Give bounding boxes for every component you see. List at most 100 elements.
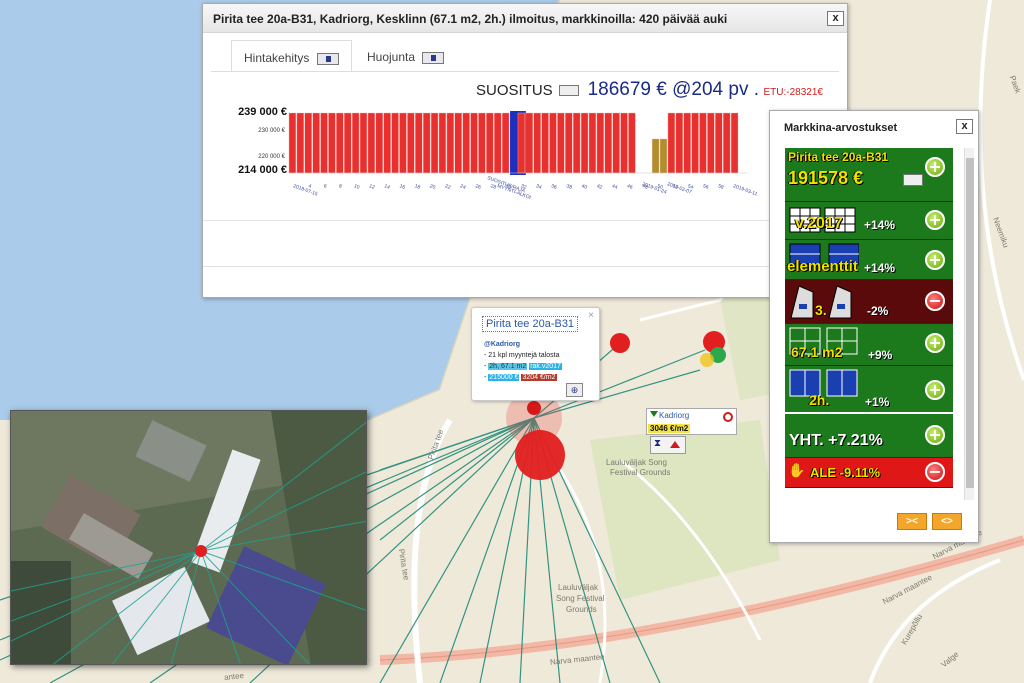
chart-bar xyxy=(351,112,360,174)
valuation-row-material: elementtit +14% + xyxy=(785,240,953,280)
chart-bar xyxy=(288,112,297,174)
add-button[interactable]: + xyxy=(925,380,945,400)
x-tick-label: 26 xyxy=(474,183,481,191)
chart-bar xyxy=(391,112,399,174)
popup-size: 2h, 67.1 m2 xyxy=(488,363,528,370)
marker-main xyxy=(515,430,565,480)
chart-bar xyxy=(573,112,581,174)
print-icon[interactable] xyxy=(422,51,445,64)
chart-bar xyxy=(407,112,415,174)
map-label-song-festival: Lauluväljak Song xyxy=(606,458,667,467)
marker-small-1 xyxy=(610,333,630,353)
x-tick-label: 22 xyxy=(444,183,451,191)
valuation-row-area: 67.1 m2 +9% + xyxy=(785,324,953,366)
listing-close-button[interactable]: x xyxy=(827,11,844,26)
map-label-song-festival: Song Festival xyxy=(556,594,605,603)
add-button[interactable]: + xyxy=(925,210,945,230)
x-tick-label: 2018-07-15 xyxy=(292,183,318,197)
marker-dot xyxy=(527,401,541,415)
panel-scrollbar[interactable] xyxy=(964,148,974,500)
price-history-chart[interactable]: 2018-07-154 6 8 10 12 14 16 18 20 22 24 26 28 30 32 34 3… xyxy=(287,109,757,204)
recommendation-value: 186679 € @204 pv . xyxy=(587,79,760,100)
valuation-label: 3. xyxy=(815,302,827,318)
zoom-icon[interactable]: ⊕ xyxy=(566,383,583,397)
chart-bar xyxy=(730,112,739,174)
hourglass-icon[interactable]: ⧗ xyxy=(654,438,661,449)
district-label-kadriorg[interactable]: Kadriorg 3046 €/m2 xyxy=(646,408,737,435)
chart-bar xyxy=(367,112,376,174)
target-icon[interactable] xyxy=(723,412,733,422)
valuation-property-name: Pirita tee 20a-B31 xyxy=(788,150,889,164)
trend-down-icon xyxy=(650,411,658,417)
valuation-label: 67.1 m2 xyxy=(791,344,843,360)
valuation-discount: ALE -9.11% xyxy=(810,465,881,480)
print-icon[interactable] xyxy=(903,174,923,186)
chart-bar xyxy=(399,112,407,174)
recommendation-advantage: ETU:-28321€ xyxy=(763,87,823,98)
hand-stop-icon: ✋ xyxy=(788,462,806,478)
chart-bar xyxy=(557,112,565,174)
map-label-song-festival: Grounds xyxy=(566,605,597,614)
x-tick-label: 58 xyxy=(717,183,724,191)
chart-bar xyxy=(541,112,549,174)
chart-bar xyxy=(375,112,383,174)
valuation-row-floor: 3. -2% − xyxy=(785,280,953,324)
marker-yellow xyxy=(700,353,714,367)
market-valuation-panel: Markkina-arvostukset x Pirita tee 20a-B3… xyxy=(769,110,979,543)
chart-bar xyxy=(494,112,502,174)
x-tick-label: 14 xyxy=(383,183,390,191)
chart-bar xyxy=(462,112,470,174)
y-tick-label: 230 000 € xyxy=(258,128,285,134)
x-tick-label: 28 xyxy=(490,183,497,191)
popup-close-button[interactable]: × xyxy=(588,310,594,321)
remove-button[interactable]: − xyxy=(925,462,945,482)
district-name: Kadriorg xyxy=(659,411,690,420)
popup-year: rak.v2017 xyxy=(529,363,562,370)
tab-label: Huojunta xyxy=(367,50,416,64)
expand-button[interactable]: <> xyxy=(932,513,962,530)
tab-price-history[interactable]: Hintakehitys xyxy=(231,40,352,72)
valuation-total-row: YHT. +7.21% + xyxy=(785,414,953,458)
x-tick-label: 40 xyxy=(581,183,588,191)
add-button[interactable]: + xyxy=(925,250,945,270)
remove-button[interactable]: − xyxy=(925,291,945,311)
district-controls: ⧗ xyxy=(650,436,686,454)
chart-bar xyxy=(501,112,510,174)
listing-divider xyxy=(203,220,847,221)
valuation-percent: +14% xyxy=(864,261,896,275)
search-icon[interactable] xyxy=(559,85,580,97)
valuation-percent: +9% xyxy=(868,348,893,362)
tab-volatility[interactable]: Huojunta xyxy=(355,40,455,72)
valuation-row-year: v.2017 +14% + xyxy=(785,202,953,240)
add-button[interactable]: + xyxy=(925,425,945,445)
chart-bar xyxy=(612,112,620,174)
chart-bar xyxy=(336,112,344,174)
chart-bar xyxy=(691,112,699,174)
collapse-button[interactable]: >< xyxy=(897,513,927,530)
chart-bar xyxy=(454,112,462,174)
popup-price: - 215000 € 3204 €/m2 xyxy=(484,374,557,381)
arrow-up-icon[interactable] xyxy=(670,441,680,448)
chart-bar xyxy=(667,112,676,174)
x-tick-label: 44 xyxy=(611,183,618,191)
chart-bar xyxy=(604,112,612,174)
add-button[interactable]: + xyxy=(925,157,945,177)
valuation-percent: -2% xyxy=(867,304,889,318)
chart-bar xyxy=(675,112,683,174)
popup-title[interactable]: Pirita tee 20a-B31 xyxy=(482,316,579,332)
chart-bar xyxy=(707,112,715,174)
valuation-label: 2h. xyxy=(809,392,830,408)
chart-bar xyxy=(478,112,486,174)
chart-bar xyxy=(525,112,533,174)
x-tick-label: 8 xyxy=(338,183,343,190)
print-icon[interactable] xyxy=(316,52,339,65)
valuation-header: Pirita tee 20a-B31 191578 € + xyxy=(785,148,953,202)
valuation-label: elementtit xyxy=(787,258,858,275)
chart-bar xyxy=(312,112,320,174)
chart-bar xyxy=(699,112,707,174)
valuation-row-rooms: 2h. +1% + xyxy=(785,366,953,414)
add-button[interactable]: + xyxy=(925,333,945,353)
market-close-button[interactable]: x xyxy=(956,119,973,134)
market-title: Markkina-arvostukset xyxy=(784,122,898,134)
chart-bar xyxy=(320,112,328,174)
